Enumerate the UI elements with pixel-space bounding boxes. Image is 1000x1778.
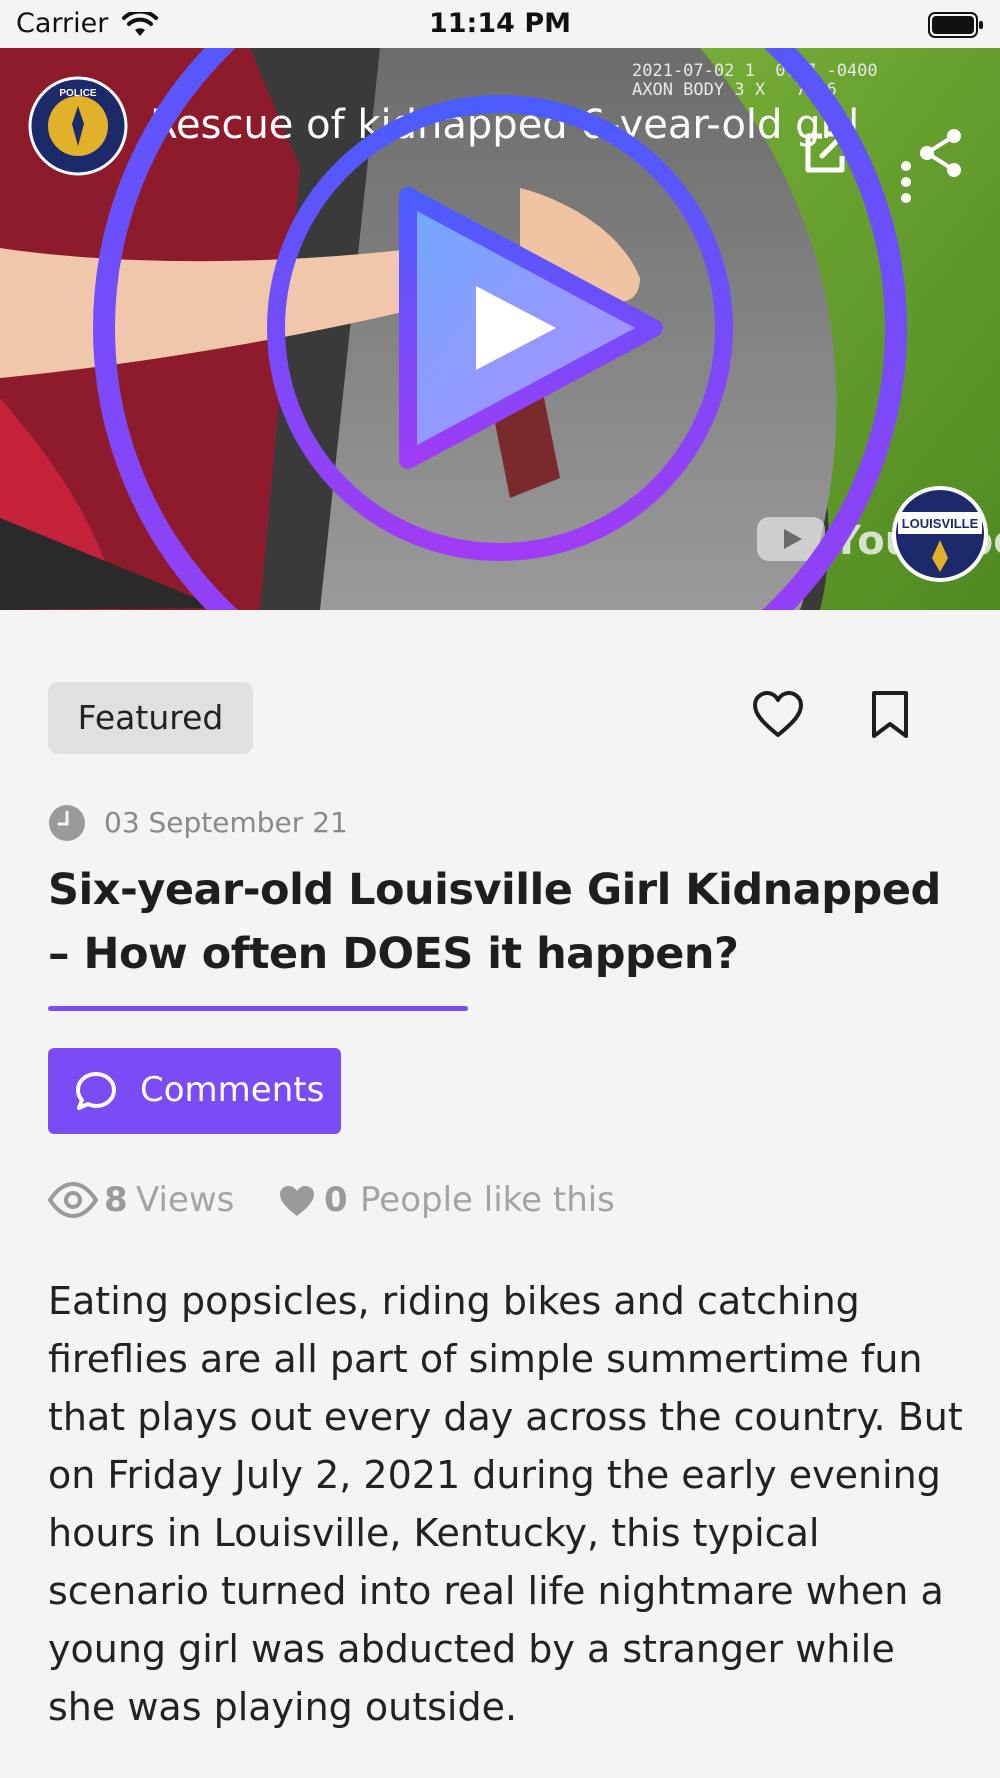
likes-label: People like this bbox=[360, 1180, 615, 1220]
comment-bubble-icon bbox=[76, 1072, 116, 1110]
featured-tag[interactable]: Featured bbox=[48, 682, 253, 754]
eye-icon bbox=[48, 1182, 98, 1218]
article-body: Eating popsicles, riding bikes and catch… bbox=[48, 1279, 963, 1729]
status-bar: Carrier 11:14 PM bbox=[0, 0, 1000, 48]
views-count: 8 bbox=[104, 1180, 128, 1220]
views-label: Views bbox=[136, 1180, 235, 1220]
article-stats: 8 Views 0 People like this bbox=[48, 1176, 948, 1224]
heart-filled-icon bbox=[280, 1186, 314, 1216]
title-underline bbox=[48, 1006, 468, 1011]
date-label: 03 September 21 bbox=[104, 806, 348, 839]
video-player[interactable]: POLICE Rescue of kidnapped 6-year-old gi… bbox=[0, 48, 1000, 610]
bookmark-icon[interactable] bbox=[870, 690, 910, 740]
clock-icon bbox=[49, 805, 85, 841]
play-icon[interactable] bbox=[0, 48, 1000, 610]
clock-time: 11:14 PM bbox=[428, 8, 571, 39]
comments-button-label: Comments bbox=[140, 1070, 325, 1110]
article-title: Six-year-old Louisville Girl Kidnapped –… bbox=[48, 865, 941, 979]
comments-button[interactable]: Comments bbox=[48, 1048, 341, 1134]
favorite-heart-icon[interactable] bbox=[752, 690, 804, 740]
battery-icon bbox=[928, 12, 983, 38]
likes-count: 0 bbox=[324, 1180, 348, 1220]
featured-tag-label: Featured bbox=[77, 698, 224, 737]
